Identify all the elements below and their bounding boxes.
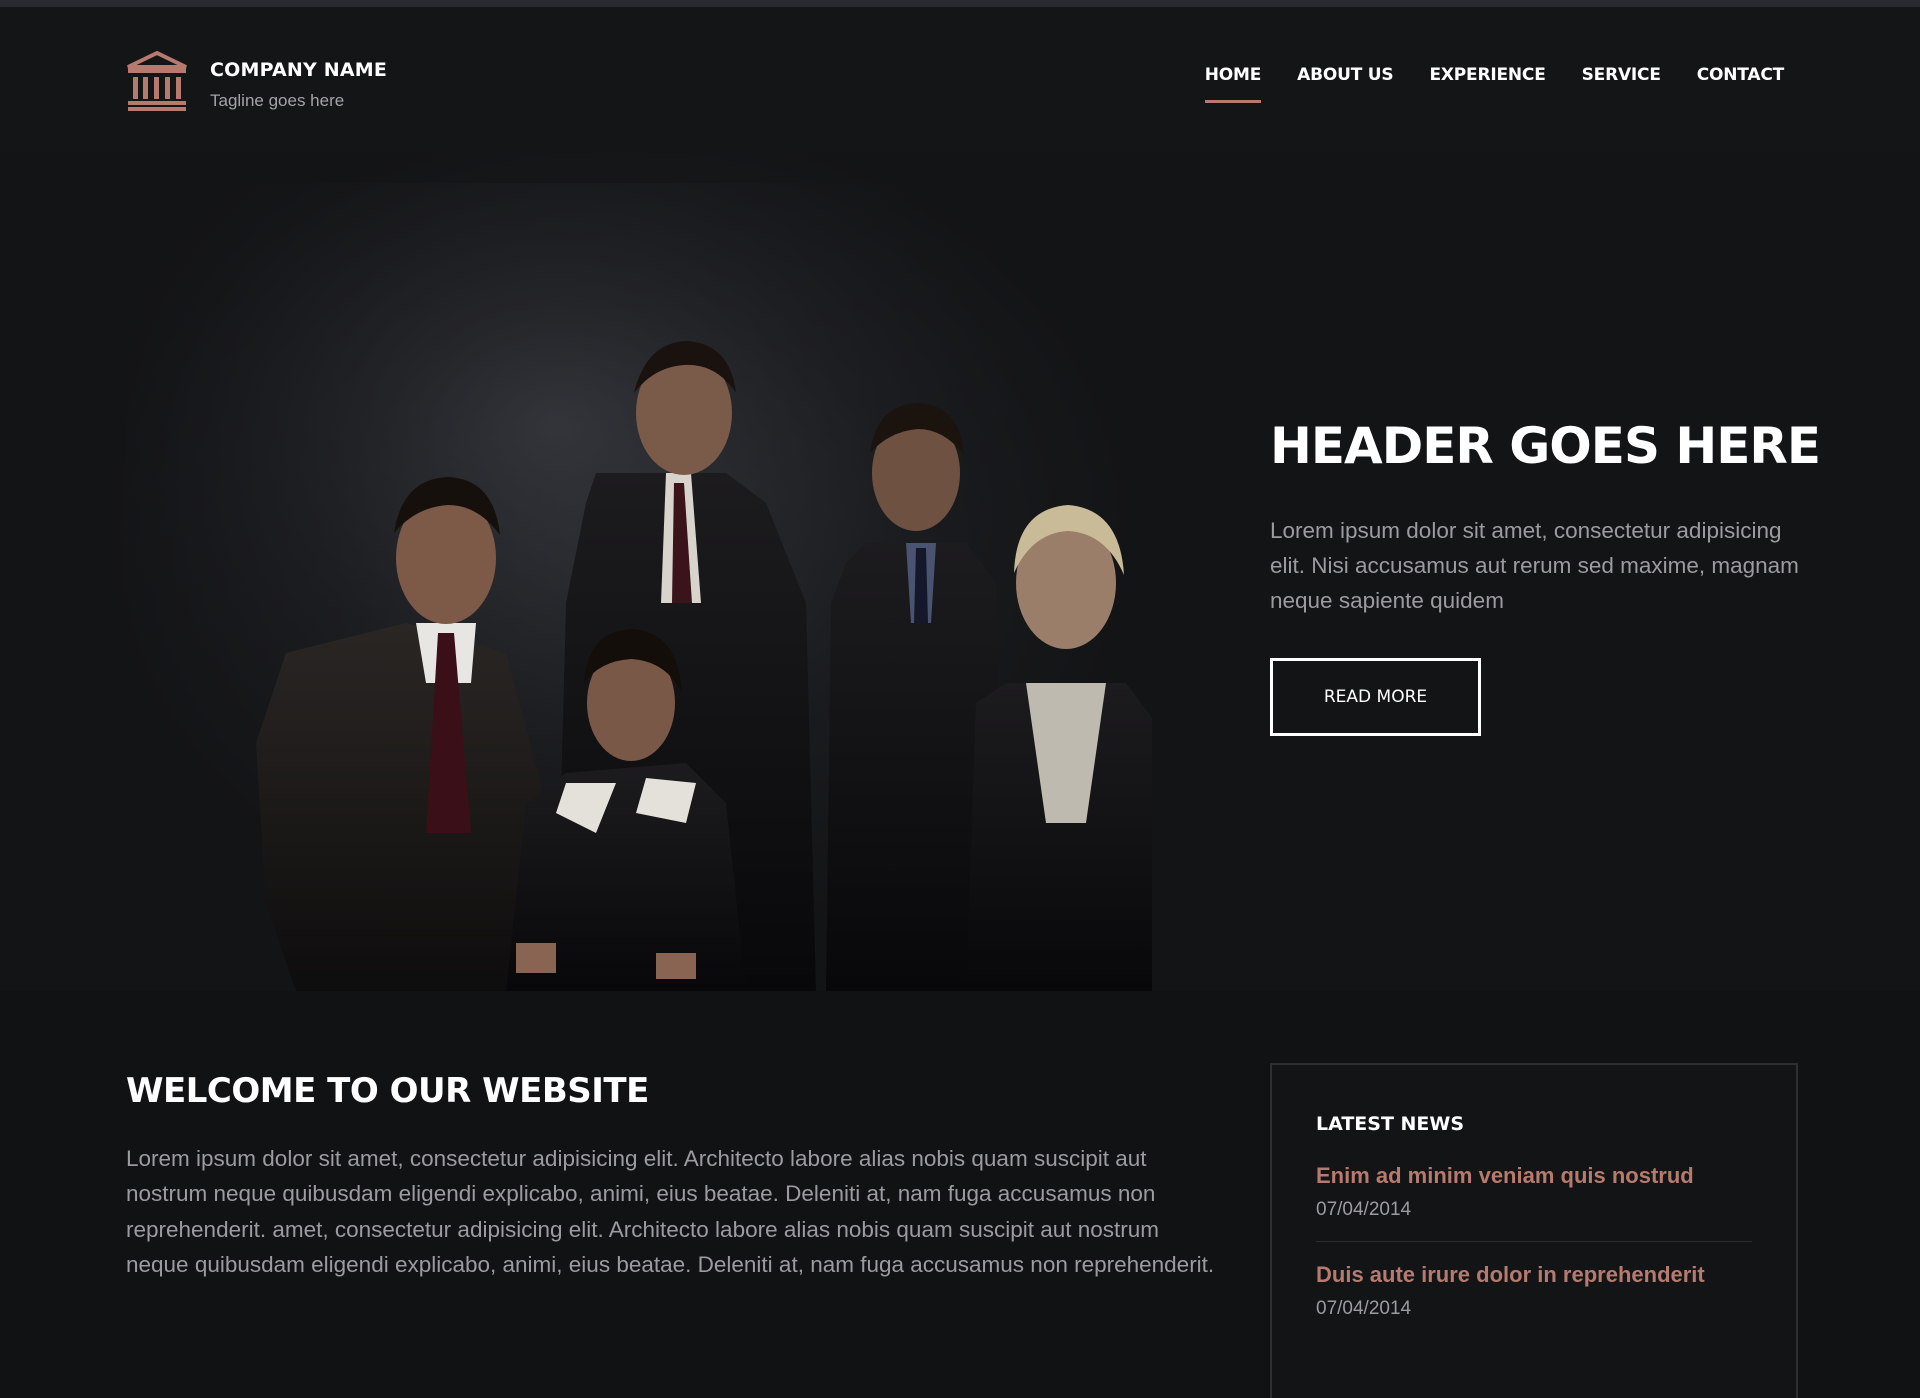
browser-top-strip bbox=[0, 0, 1920, 7]
brand-text: COMPANY NAME Tagline goes here bbox=[210, 51, 387, 111]
site-header: COMPANY NAME Tagline goes here HOME ABOU… bbox=[0, 7, 1920, 153]
welcome-text: Lorem ipsum dolor sit amet, consectetur … bbox=[126, 1146, 1215, 1277]
main-nav: HOME ABOUT US EXPERIENCE SERVICE CONTACT bbox=[1169, 65, 1784, 103]
hero-title: HEADER GOES HERE bbox=[1270, 417, 1821, 475]
team-photo bbox=[126, 183, 1152, 991]
hero-copy: HEADER GOES HERE Lorem ipsum dolor sit a… bbox=[1270, 417, 1821, 736]
nav-service[interactable]: SERVICE bbox=[1582, 65, 1661, 103]
content-section: WELCOME TO OUR WEBSITE Lorem ipsum dolor… bbox=[0, 991, 1920, 1398]
news-item: Enim ad minim veniam quis nostrud 07/04/… bbox=[1316, 1135, 1752, 1241]
nav-about-us[interactable]: ABOUT US bbox=[1297, 65, 1394, 103]
news-headline[interactable]: Enim ad minim veniam quis nostrud bbox=[1316, 1163, 1694, 1188]
nav-home[interactable]: HOME bbox=[1204, 65, 1262, 103]
company-name: COMPANY NAME bbox=[210, 59, 388, 81]
hero-text: Lorem ipsum dolor sit amet, consectetur … bbox=[1270, 518, 1799, 613]
news-title: LATEST NEWS bbox=[1316, 1113, 1465, 1135]
welcome-title: WELCOME TO OUR WEBSITE bbox=[126, 1071, 649, 1111]
read-more-button[interactable]: READ MORE bbox=[1270, 658, 1481, 736]
welcome-block: WELCOME TO OUR WEBSITE Lorem ipsum dolor… bbox=[126, 1071, 1216, 1282]
tagline: Tagline goes here bbox=[210, 91, 345, 110]
latest-news-panel: LATEST NEWS Enim ad minim veniam quis no… bbox=[1270, 1063, 1798, 1398]
bank-building-icon bbox=[127, 51, 187, 111]
news-date: 07/04/2014 bbox=[1316, 1199, 1412, 1220]
news-item: Duis aute irure dolor in reprehenderit 0… bbox=[1316, 1241, 1752, 1340]
news-headline[interactable]: Duis aute irure dolor in reprehenderit bbox=[1316, 1262, 1705, 1287]
nav-contact[interactable]: CONTACT bbox=[1697, 65, 1784, 103]
hero-section: HEADER GOES HERE Lorem ipsum dolor sit a… bbox=[0, 153, 1920, 991]
news-date: 07/04/2014 bbox=[1316, 1298, 1412, 1319]
nav-experience[interactable]: EXPERIENCE bbox=[1429, 65, 1545, 103]
brand[interactable]: COMPANY NAME Tagline goes here bbox=[126, 51, 387, 111]
